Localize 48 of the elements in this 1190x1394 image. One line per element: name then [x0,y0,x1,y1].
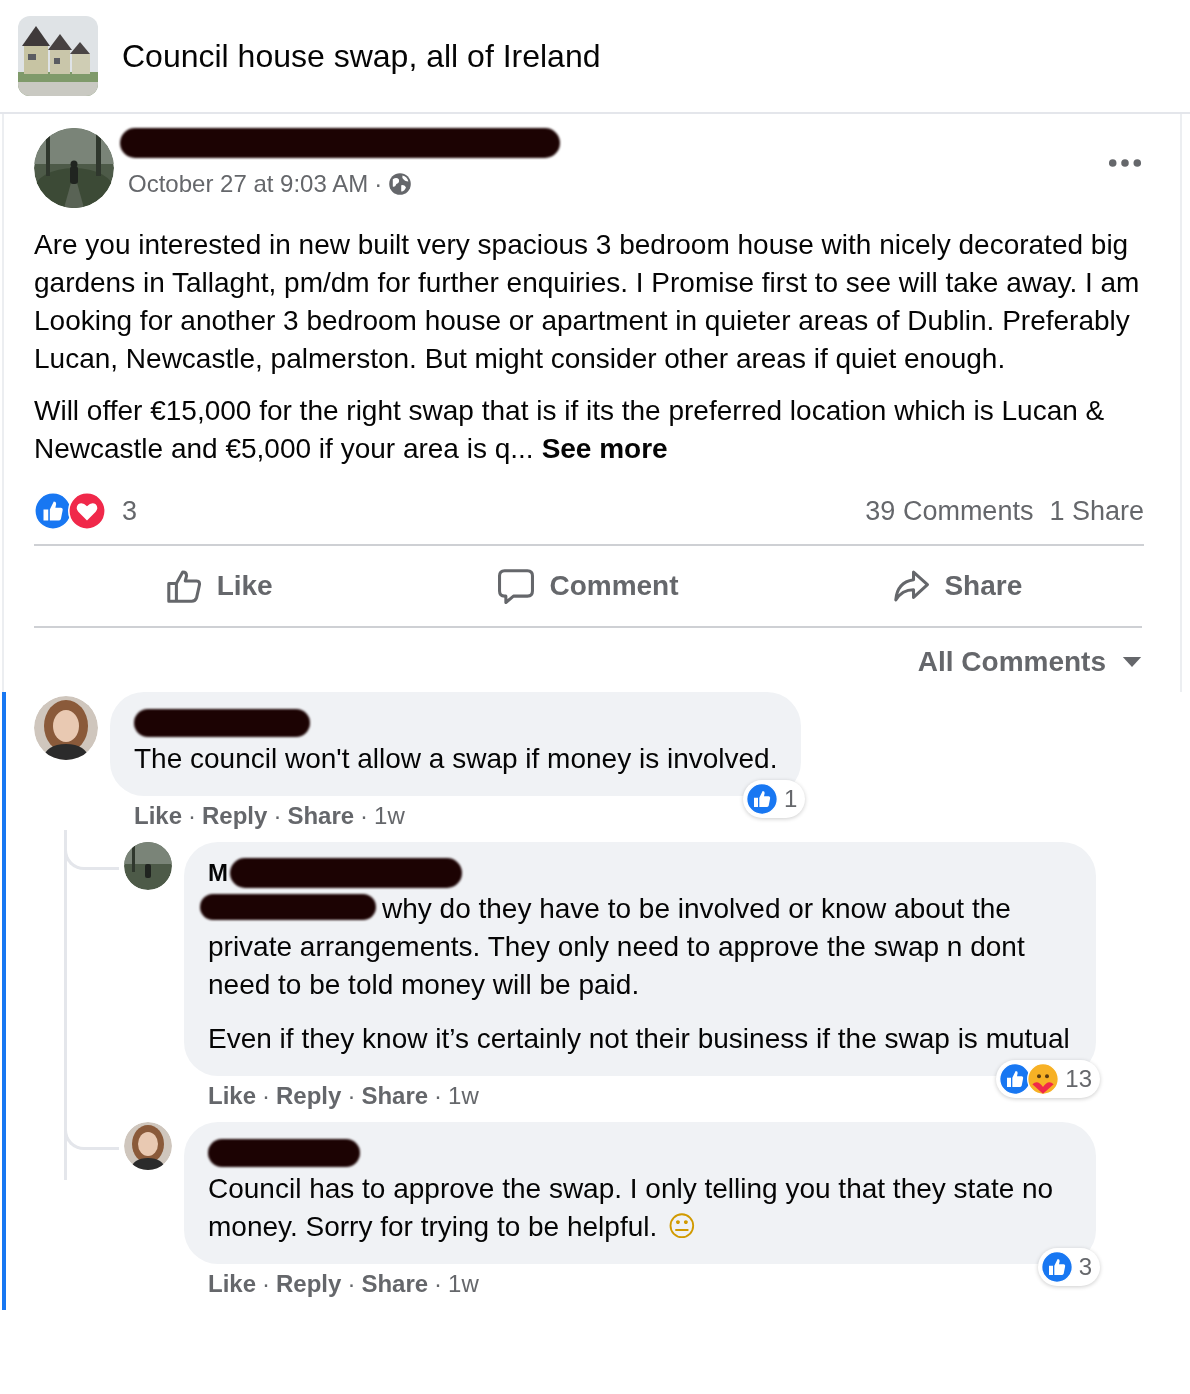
share-count[interactable]: 1 Share [1049,495,1144,527]
post-text: Will offer €15,000 for the right swap that is if its the preferred location which is Lucan & Newcastle and €5,000 if your area is q... See more [34,394,1106,466]
love-reaction-icon [68,492,106,530]
comment-like-link[interactable]: Like [134,802,183,830]
globe-icon [388,172,413,196]
comment-reply-link[interactable]: Reply [202,802,268,830]
reaction-badge[interactable]: 3 [1037,1248,1100,1286]
speech-bubble-icon [497,567,536,605]
commenter-name[interactable]: M [208,859,228,887]
comment-text: The council won't allow a swap if money is involved. [134,742,778,776]
separator: · [188,802,197,830]
comment-reply-link[interactable]: Reply [276,1082,342,1110]
comment-text: Even if they know it’s certainly not their business if the swap is mutual [208,1022,1071,1056]
reaction-badge[interactable]: 1 [743,780,806,818]
separator: · [262,1270,271,1298]
separator: · [434,1270,443,1298]
separator: · [360,802,369,830]
group-title[interactable]: Council house swap, all of Ireland [122,37,601,75]
caret-icon [1122,656,1142,668]
separator: · [273,802,282,830]
comment-time[interactable]: 1w [374,802,405,830]
post-text: Are you interested in new built very spacious 3 bedroom house with nicely decorated big gardens in Tallaght, pm/dm for further enquiries. I Promise first to see will take away. I am Looking for another 3 bedroom house or apartment in quieter areas of Dublin. Preferably Lucan, Newcastle, palmerston. But might consider other areas if quiet enough. [34,228,1141,376]
see-more-link[interactable]: See more [541,433,668,464]
separator: · [347,1270,356,1298]
comment-reply-link[interactable]: Reply [276,1270,342,1298]
comment-button[interactable]: Comment [403,546,773,626]
separator: · [374,170,383,198]
like-reaction-icon [34,492,72,530]
comment-like-link[interactable]: Like [208,1270,257,1298]
separator: · [262,1082,271,1110]
comment-share-link[interactable]: Share [361,1270,429,1298]
comment-count[interactable]: 39 Comments [865,495,1034,527]
comment-filter-dropdown[interactable]: All Comments [917,646,1142,678]
more-options-icon[interactable] [1108,158,1142,168]
separator: · [347,1082,356,1110]
share-button[interactable]: Share [772,546,1142,626]
comment-share-link[interactable]: Share [361,1082,429,1110]
comment-text: Council has to approve the swap. I only telling you that they state no money. Sorry for trying to be helpful. 😐 [208,1172,1055,1245]
reaction-count[interactable]: 3 [122,495,138,527]
comment-like-link[interactable]: Like [208,1082,257,1110]
comment-time[interactable]: 1w [448,1082,479,1110]
separator: · [434,1082,443,1110]
like-button[interactable]: Like [34,546,404,626]
comment-text: why do they have to be involved or know about the private arrangements. They only need to approve the swap n dont need to be told money will be paid. [208,890,1072,1004]
reaction-badge[interactable]: 13 [996,1060,1100,1098]
comment-share-link[interactable]: Share [287,802,355,830]
post-timestamp[interactable]: October 27 at 9:03 AM [128,170,369,198]
comment-time[interactable]: 1w [448,1270,479,1298]
